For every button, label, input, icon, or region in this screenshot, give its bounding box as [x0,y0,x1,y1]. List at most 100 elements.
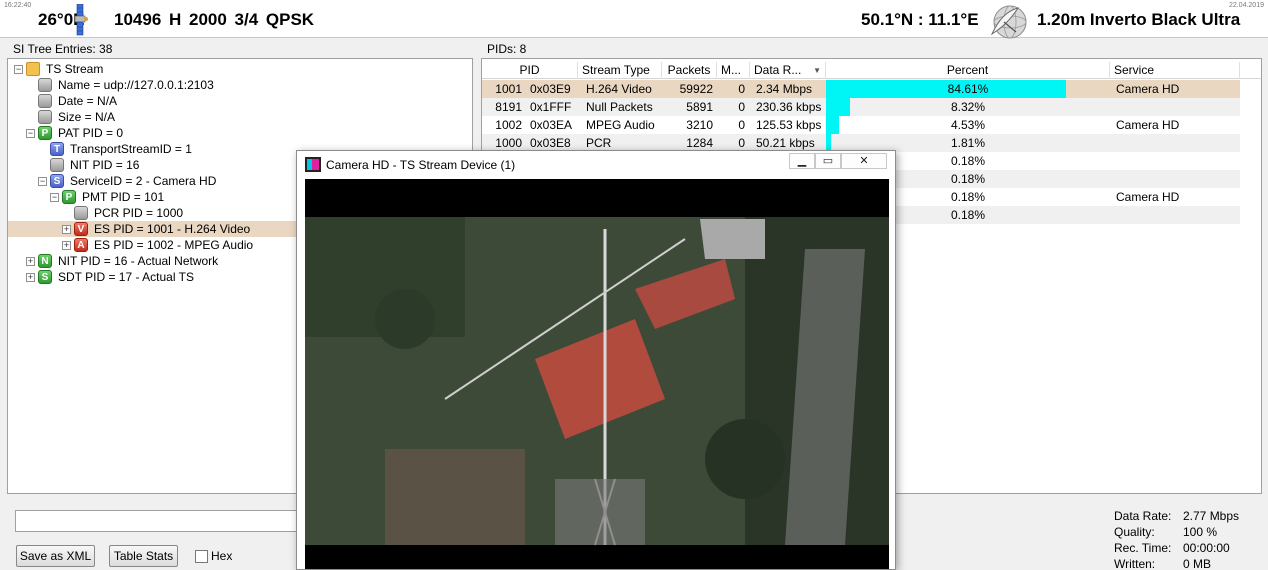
data-rate-value: 2.77 Mbps [1183,509,1240,523]
cell-m: 0 [738,100,745,114]
cell-percent: 8.32% [950,100,986,114]
cell-service [1116,206,1236,224]
pid-table-row[interactable]: 8191 0x1FFF Null Packets 5891 0 230.36 kbps 8.… [482,98,1240,116]
tree-node-label: TransportStreamID = 1 [70,142,192,156]
close-button[interactable]: ✕ [841,153,887,169]
cell-m: 0 [738,82,745,96]
pid-table-row[interactable]: 1002 0x03EA MPEG Audio 3210 0 125.53 kbps Came… [482,116,1240,134]
expand-icon[interactable]: + [26,273,35,282]
collapse-icon[interactable]: − [38,177,47,186]
grey-bullet-icon [74,206,88,220]
col-m[interactable]: M... [717,62,750,79]
tree-node-label: Name = udp://127.0.0.1:2103 [58,78,214,92]
cell-percent: 84.61% [947,82,989,96]
table-stats-button[interactable]: Table Stats [109,545,178,567]
tree-node-label: ES PID = 1001 - H.264 Video [94,222,251,236]
tree-node[interactable]: Name = udp://127.0.0.1:2103 [8,77,470,93]
cell-type: MPEG Audio [586,118,655,132]
satellite-icon [74,4,88,36]
grey-bullet-icon [38,78,52,92]
collapse-icon[interactable]: − [14,65,23,74]
pat-badge-icon: P [38,126,52,140]
clock-time: 16:22:40 [4,2,32,9]
cell-m: 0 [738,118,745,132]
col-stream-type[interactable]: Stream Type [578,62,662,79]
tree-node-label: NIT PID = 16 - Actual Network [58,254,219,268]
cell-service: Camera HD [1116,118,1180,132]
cell-packets: 59922 [679,82,713,96]
collapse-icon[interactable]: − [26,129,35,138]
tree-node-label: PAT PID = 0 [58,126,124,140]
pids-label: PIDs: 8 [487,42,527,56]
clock-date: 22.04.2019 [1228,2,1264,9]
cell-hex: 0x03EA [530,118,573,132]
tree-node-label: Date = N/A [58,94,118,108]
expand-icon[interactable]: + [26,257,35,266]
tree-node[interactable]: Size = N/A [8,109,470,125]
audio-badge-icon: A [74,238,88,252]
cell-type: H.264 Video [586,82,652,96]
folder-icon [26,62,40,76]
cell-hex: 0x1FFF [530,100,572,114]
collapse-icon[interactable]: − [50,193,59,202]
minimize-icon: ▁ [797,155,807,167]
dish-info: 1.20m Inverto Black Ultra [1037,10,1241,29]
minimize-button[interactable]: ▁ [789,153,815,169]
tree-node-label: TS Stream [46,62,104,76]
video-window-title: Camera HD - TS Stream Device (1) [326,158,516,172]
si-tree-label: SI Tree Entries: 38 [13,42,113,56]
cell-service [1116,170,1236,188]
filter-input[interactable] [15,510,305,532]
video-frame [305,179,889,569]
tree-node[interactable]: − TS Stream [8,61,470,77]
cell-service: Camera HD [1116,190,1180,204]
col-service[interactable]: Service [1110,62,1240,79]
cell-percent: 4.53% [950,118,986,132]
maximize-button[interactable]: ▭ [815,153,841,169]
globe-dish-icon [990,5,1027,39]
cell-hex: 0x03E9 [530,82,571,96]
pmt-badge-icon: P [62,190,76,204]
video-window[interactable]: Camera HD - TS Stream Device (1) ▁ ▭ ✕ [296,150,896,570]
hex-checkbox[interactable] [195,550,208,563]
cell-service [1116,152,1236,170]
quality-label: Quality: [1114,525,1155,539]
cell-packets: 5891 [686,100,713,114]
sdt-badge-icon: S [38,270,52,284]
top-status-bar: 16:22:40 22.04.2019 26°0E 10496 H 2000 3… [0,0,1268,39]
tree-node[interactable]: Date = N/A [8,93,470,109]
rec-time-value: 00:00:00 [1183,541,1230,555]
cell-service: Camera HD [1116,82,1180,96]
cell-rate: 125.53 kbps [756,118,822,132]
col-packets[interactable]: Packets [662,62,717,79]
pid-table-row[interactable]: 1001 0x03E9 H.264 Video 59922 0 2.34 Mbps Came… [482,80,1240,98]
cell-service [1116,98,1236,116]
expand-icon[interactable]: + [62,225,71,234]
col-pid[interactable]: PID [482,62,578,79]
col-data-rate[interactable]: Data R... ▼ [750,62,826,79]
tree-node[interactable]: − P PAT PID = 0 [8,125,470,141]
pid-table-header: PID Stream Type Packets M... Data R... ▼… [482,62,1261,79]
transport-badge-icon: T [50,142,64,156]
save-as-xml-button[interactable]: Save as XML [16,545,95,567]
data-rate-label: Data Rate: [1114,509,1172,523]
expand-icon[interactable]: + [62,241,71,250]
video-aerial-image [305,179,889,569]
maximize-icon: ▭ [822,155,834,167]
cell-pid: 8191 [495,100,522,114]
col-percent[interactable]: Percent [826,62,1110,79]
tree-node-label: PMT PID = 101 [82,190,165,204]
video-window-titlebar[interactable]: Camera HD - TS Stream Device (1) ▁ ▭ ✕ [297,151,895,179]
cell-rate: 2.34 Mbps [756,82,813,96]
sort-arrow-icon: ▼ [813,66,821,75]
grey-bullet-icon [38,110,52,124]
quality-value: 100 % [1183,525,1218,539]
video-window-icon [305,157,321,172]
tree-node-label: ServiceID = 2 - Camera HD [70,174,217,188]
grey-bullet-icon [38,94,52,108]
written-label: Written: [1114,557,1156,570]
tree-node-label: Size = N/A [58,110,116,124]
written-value: 0 MB [1183,557,1212,570]
cell-pid: 1001 [495,82,522,96]
cell-rate: 230.36 kbps [756,100,822,114]
